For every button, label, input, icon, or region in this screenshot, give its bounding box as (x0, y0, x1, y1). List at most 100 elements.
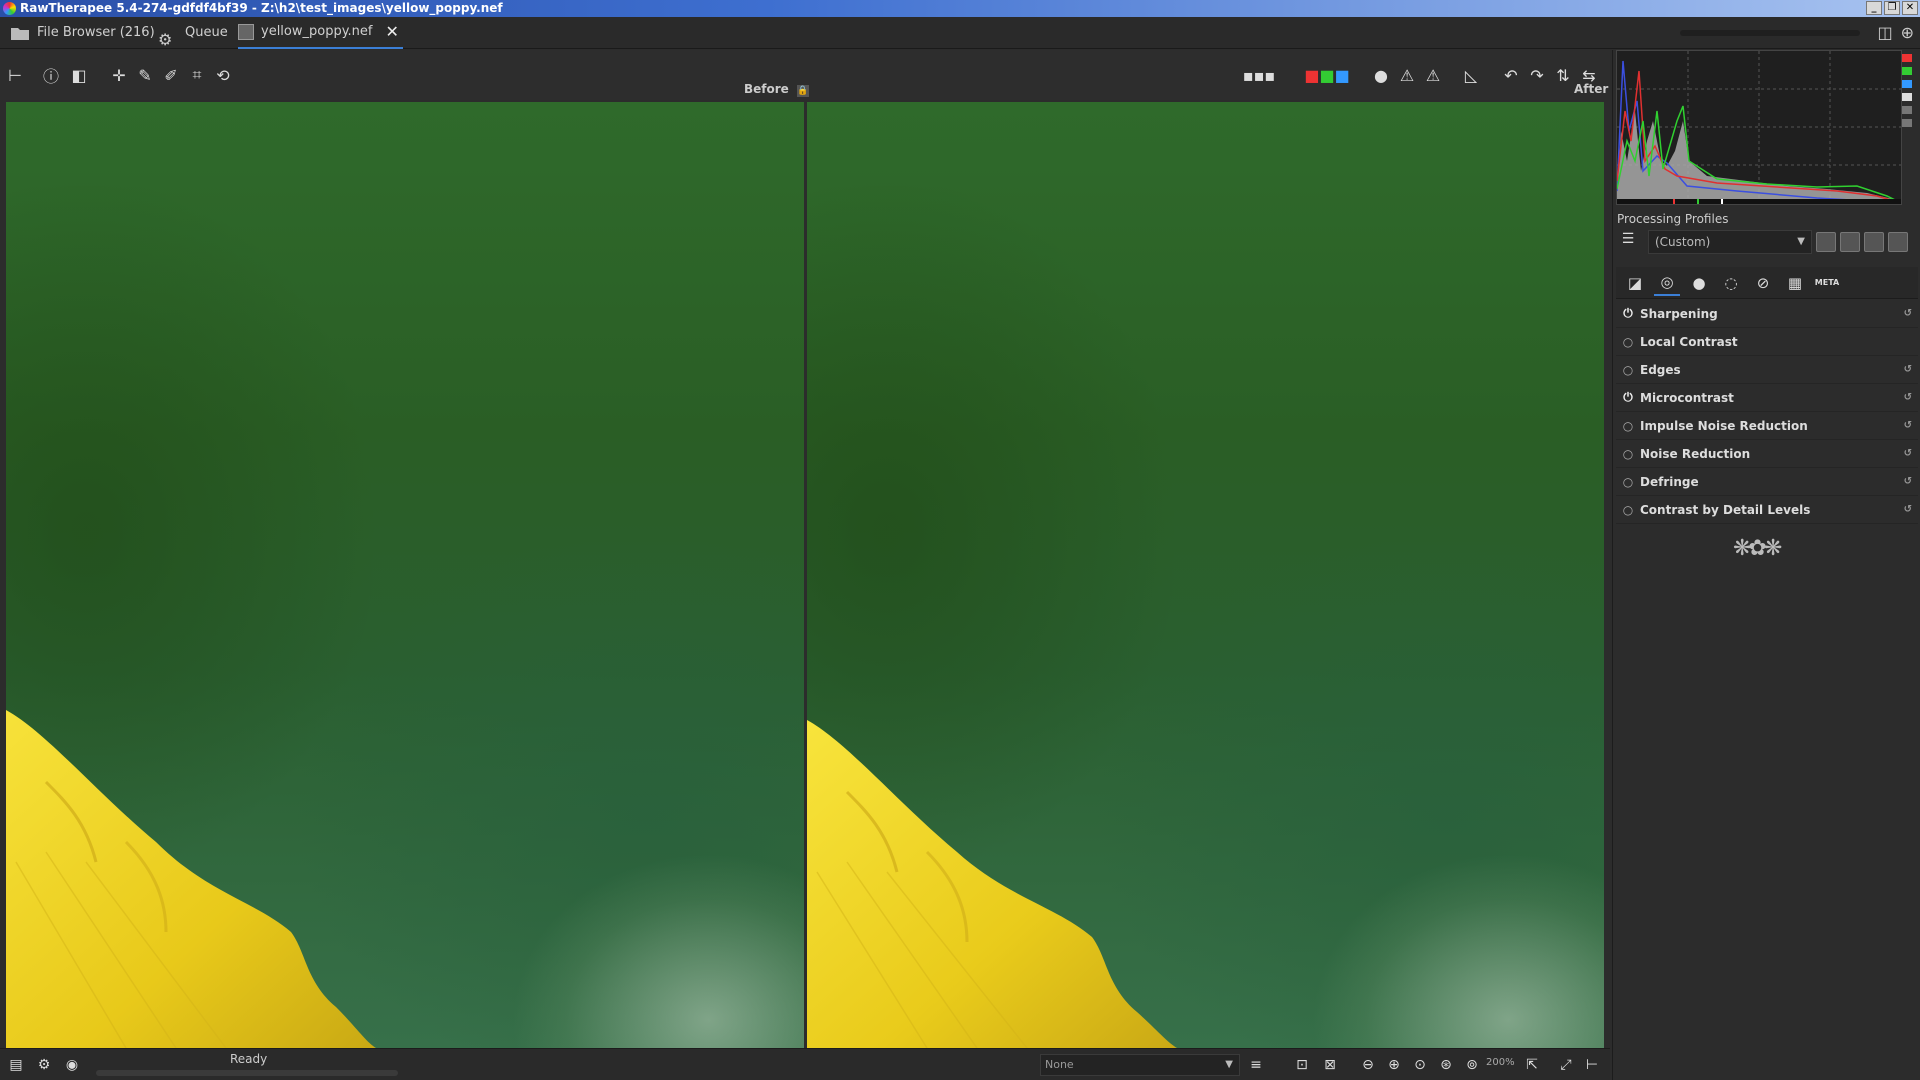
window-title: RawTherapee 5.4-274-gdfdf4bf39 - Z:\h2\t… (20, 1, 503, 15)
metadata-icon[interactable]: META (1814, 270, 1840, 296)
reset-icon[interactable]: ↺ (1904, 364, 1912, 375)
power-icon[interactable]: ⏻ (1618, 306, 1638, 321)
fullscreen-icon[interactable]: ⊕ (1901, 23, 1914, 42)
tool-local-contrast[interactable]: ○ Local Contrast (1616, 328, 1918, 356)
color-icon[interactable]: ● (1686, 270, 1712, 296)
right-tool-panel: Processing Profiles ☰ (Custom) ▼ ◪ ◎ ● ◌… (1612, 50, 1920, 1080)
power-icon[interactable]: ○ (1618, 447, 1638, 461)
raw-icon[interactable]: ▦ (1782, 270, 1808, 296)
tool-sharpening[interactable]: ⏻ Sharpening ↺ (1616, 300, 1918, 328)
detail-tools-list: ⏻ Sharpening ↺ ○ Local Contrast ○ Edges … (1616, 300, 1918, 524)
rgb-channels-icon[interactable]: ■ ■ ■ (1304, 64, 1349, 86)
zoom-to-fit-icon[interactable]: ⊚ (1462, 1055, 1482, 1075)
processing-profile-value: (Custom) (1655, 235, 1711, 249)
transform-icon[interactable]: ⊘ (1750, 270, 1776, 296)
power-icon[interactable]: ○ (1618, 503, 1638, 517)
tab-bar-slider[interactable] (1680, 30, 1860, 36)
progress-bar (96, 1070, 398, 1076)
processing-profile-select[interactable]: (Custom) ▼ (1648, 230, 1812, 254)
save-image-icon[interactable]: ▤ (6, 1055, 26, 1075)
power-icon[interactable]: ○ (1618, 419, 1638, 433)
shadow-clipping-icon[interactable]: ⚠ (1396, 64, 1418, 86)
toggle-left-panel-icon[interactable]: ⊢ (4, 64, 26, 86)
power-icon[interactable]: ○ (1618, 335, 1638, 349)
zoom-100-icon[interactable]: ⊙ (1410, 1055, 1430, 1075)
tool-noise-reduction[interactable]: ○ Noise Reduction ↺ (1616, 440, 1918, 468)
poppy-petal-after (807, 720, 1177, 1048)
info-icon[interactable]: ⓘ (40, 64, 62, 86)
hand-tool-icon[interactable]: ✛ (108, 64, 130, 86)
reset-icon[interactable]: ↺ (1904, 392, 1912, 403)
new-detail-window-icon[interactable]: ⇱ (1522, 1055, 1542, 1075)
tool-edges[interactable]: ○ Edges ↺ (1616, 356, 1918, 384)
send-to-editor-icon[interactable]: ◉ (62, 1055, 82, 1075)
after-preview[interactable] (807, 102, 1604, 1048)
reset-icon[interactable]: ↺ (1904, 476, 1912, 487)
zoom-in-icon[interactable]: ⊕ (1384, 1055, 1404, 1075)
rotate-left-icon[interactable]: ↶ (1500, 64, 1522, 86)
tool-impulse-noise-reduction[interactable]: ○ Impulse Noise Reduction ↺ (1616, 412, 1918, 440)
flip-horizontal-icon[interactable]: ⇅ (1552, 64, 1574, 86)
tool-defringe[interactable]: ○ Defringe ↺ (1616, 468, 1918, 496)
advanced-icon[interactable]: ◌ (1718, 270, 1744, 296)
folder-icon (11, 28, 29, 40)
rotate-right-icon[interactable]: ↷ (1526, 64, 1548, 86)
crop-icon[interactable]: ⌗ (186, 64, 208, 86)
reset-icon[interactable]: ↺ (1904, 504, 1912, 515)
decorative-flourish-icon: ❋✿❋ (1733, 536, 1782, 561)
poppy-petal-before (6, 710, 376, 1048)
reset-icon[interactable]: ↺ (1904, 448, 1912, 459)
gears-icon: ⚙ (158, 30, 173, 49)
before-preview[interactable] (6, 102, 804, 1048)
tool-contrast-by-detail-levels[interactable]: ○ Contrast by Detail Levels ↺ (1616, 496, 1918, 524)
soft-proof-icon[interactable]: ◺ (1460, 64, 1482, 86)
exposure-icon[interactable]: ◪ (1622, 270, 1648, 296)
tab-editor[interactable]: yellow_poppy.nef ✕ (238, 17, 403, 49)
histogram-toggles[interactable] (1902, 54, 1914, 127)
power-icon[interactable]: ⏻ (1618, 390, 1638, 405)
zoom-fit-crop-icon[interactable]: ⊡ (1292, 1055, 1312, 1075)
queue-add-icon[interactable]: ⚙ (34, 1055, 54, 1075)
open-profile-icon[interactable] (1816, 232, 1836, 252)
minimize-button[interactable]: _ (1866, 1, 1882, 15)
tab-file-browser[interactable]: File Browser (216) (10, 17, 155, 49)
power-icon[interactable]: ○ (1618, 363, 1638, 377)
close-tab-icon[interactable]: ✕ (386, 17, 399, 47)
tool-label: Defringe (1640, 474, 1699, 489)
preview-mode-select[interactable]: None ▼ (1040, 1054, 1240, 1076)
background-color-icon[interactable]: ≡ (1246, 1055, 1266, 1075)
color-picker-icon[interactable]: ✐ (160, 64, 182, 86)
white-balance-picker-icon[interactable]: ✎ (134, 64, 156, 86)
profile-list-icon[interactable]: ☰ (1616, 231, 1640, 253)
before-after-icon[interactable]: ◧ (68, 64, 90, 86)
zoom-fit-icon[interactable]: ⊠ (1320, 1055, 1340, 1075)
reset-icon[interactable]: ↺ (1904, 420, 1912, 431)
preview-channels-icon[interactable]: ▪▪▪ (1243, 64, 1276, 86)
highlight-clipping-icon[interactable]: ⚠ (1422, 64, 1444, 86)
tool-tabs: ◪ ◎ ● ◌ ⊘ ▦ META (1616, 267, 1918, 299)
save-profile-icon[interactable] (1840, 232, 1860, 252)
tool-label: Edges (1640, 362, 1681, 377)
layout-icon[interactable]: ◫ (1877, 23, 1892, 42)
zoom-fit-screen-icon[interactable]: ⊛ (1436, 1055, 1456, 1075)
maximize-button[interactable]: ❐ (1884, 1, 1900, 15)
toggle-right-panel-icon[interactable]: ⊢ (1582, 1055, 1602, 1075)
reset-icon[interactable]: ↺ (1904, 308, 1912, 319)
histogram[interactable] (1616, 50, 1902, 205)
copy-profile-icon[interactable] (1864, 232, 1884, 252)
straighten-icon[interactable]: ⟲ (212, 64, 234, 86)
detail-icon[interactable]: ◎ (1654, 270, 1680, 296)
lock-icon[interactable]: 🔒 (797, 85, 809, 97)
close-window-button[interactable]: ✕ (1902, 1, 1918, 15)
processing-profiles-label: Processing Profiles (1617, 212, 1729, 226)
tool-label: Sharpening (1640, 306, 1718, 321)
preview-mode-value: None (1045, 1058, 1074, 1071)
tab-queue[interactable]: ⚙ Queue (158, 17, 228, 49)
focus-mask-icon[interactable]: ● (1370, 64, 1392, 86)
tool-label: Impulse Noise Reduction (1640, 418, 1808, 433)
power-icon[interactable]: ○ (1618, 475, 1638, 489)
zoom-out-icon[interactable]: ⊖ (1358, 1055, 1378, 1075)
paste-profile-icon[interactable] (1888, 232, 1908, 252)
fullscreen-toggle-icon[interactable]: ⤢ (1556, 1055, 1576, 1075)
tool-microcontrast[interactable]: ⏻ Microcontrast ↺ (1616, 384, 1918, 412)
